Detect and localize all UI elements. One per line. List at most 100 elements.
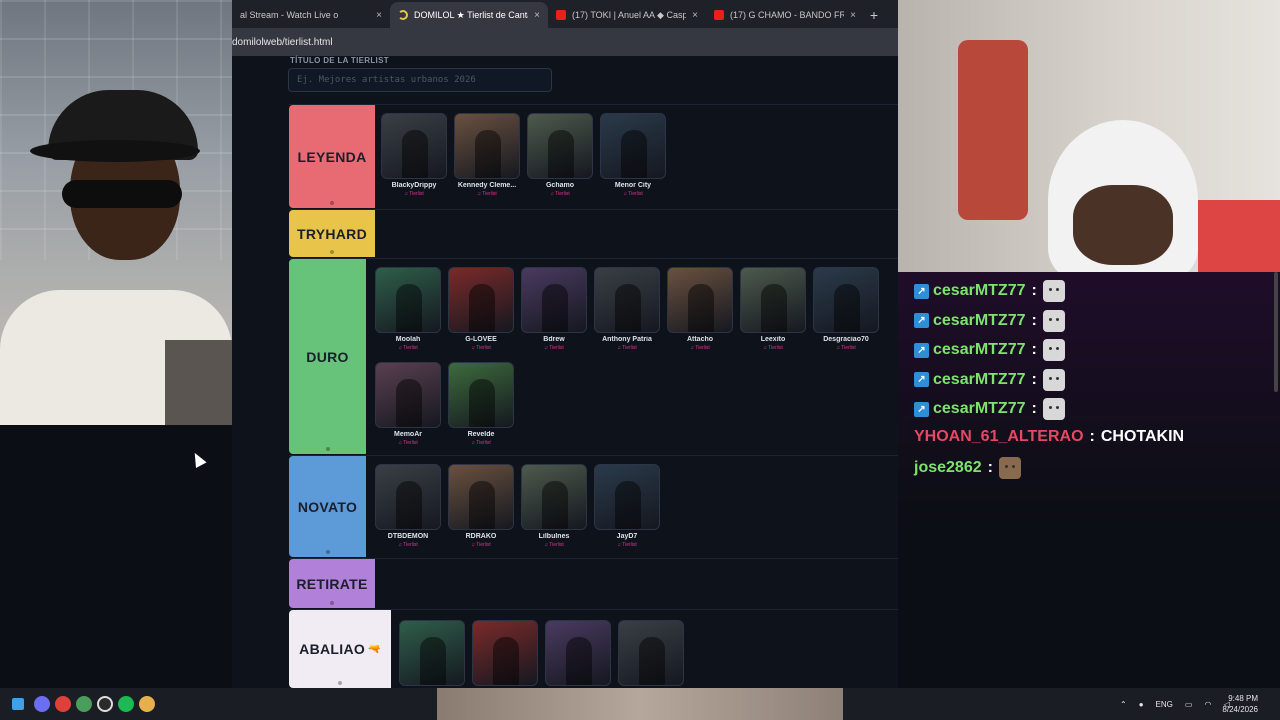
gun-emoji-icon: 🔫	[368, 643, 381, 655]
artist-card[interactable]: Revelde ♫ Tierlist	[448, 362, 514, 450]
artist-card[interactable]	[618, 620, 684, 688]
chat-username[interactable]: jose2862	[914, 459, 982, 477]
chat-username[interactable]: cesarMTZ77	[933, 400, 1026, 418]
artist-card[interactable]	[472, 620, 538, 688]
chat-separator: :	[1031, 341, 1037, 358]
close-tab-icon[interactable]: ×	[376, 10, 382, 21]
browser-tab[interactable]: (17) TOKI | Anuel AA ◆ Casper I ×	[548, 2, 706, 28]
title-field-label: TÍTULO DE LA TIERLIST	[290, 56, 389, 65]
browser-tab[interactable]: DOMILOL ★ Tierlist de Cantante ×	[390, 2, 548, 28]
language-indicator[interactable]: ENG	[1156, 700, 1173, 709]
display-icon[interactable]: ▭	[1185, 700, 1193, 709]
system-tray: ⌃ ● ENG ▭ ◠ ◁	[1120, 688, 1230, 720]
drag-handle-icon[interactable]	[330, 250, 334, 254]
chat-message: ↗ cesarMTZ77:	[914, 339, 1065, 361]
artist-card[interactable]: Attacho ♫ Tierlist	[667, 267, 733, 355]
browser-tab[interactable]: (17) G CHAMO - BANDO FREES ×	[706, 2, 864, 28]
tier-label-text: TRYHARD	[296, 225, 368, 242]
artist-card[interactable]: Bdrew ♫ Tierlist	[521, 267, 587, 355]
chat-username[interactable]: cesarMTZ77	[933, 282, 1026, 300]
start-icon[interactable]	[12, 698, 24, 710]
close-tab-icon[interactable]: ×	[850, 10, 856, 21]
folder-icon[interactable]	[139, 696, 155, 712]
sub-badge-icon: ↗	[914, 342, 929, 358]
artist-card[interactable]: G-LOVEE ♫ Tierlist	[448, 267, 514, 355]
spotify-icon[interactable]	[118, 696, 134, 712]
discord-icon[interactable]	[34, 696, 50, 712]
artist-card[interactable]: RDRAKO ♫ Tierlist	[448, 464, 514, 552]
drag-handle-icon[interactable]	[330, 601, 334, 605]
chat-message: ↗ cesarMTZ77:	[914, 398, 1065, 420]
artist-card[interactable]: Leexito ♫ Tierlist	[740, 267, 806, 355]
chat-username[interactable]: cesarMTZ77	[933, 371, 1026, 389]
artist-card[interactable]: Anthony Patria ♫ Tierlist	[594, 267, 660, 355]
artist-card[interactable]: JayD7 ♫ Tierlist	[594, 464, 660, 552]
chat-username[interactable]: cesarMTZ77	[933, 341, 1026, 359]
artist-tag: ♫ Tierlist	[398, 440, 418, 446]
artist-photo	[381, 113, 447, 179]
chat-text: CHOTAKIN	[1100, 427, 1185, 445]
artist-photo	[527, 113, 593, 179]
tier-dropzone[interactable]: DTBDEMON ♫ Tierlist RDRAKO ♫ Tierlist Lilbul…	[375, 464, 875, 552]
tier-row: RETIRATE×	[289, 558, 898, 608]
cat-emote-icon	[1042, 398, 1065, 420]
close-tab-icon[interactable]: ×	[534, 10, 540, 21]
chat-username[interactable]: YHOAN_61_ALTERAO	[914, 428, 1084, 446]
artist-card[interactable]: DTBDEMON ♫ Tierlist	[375, 464, 441, 552]
tier-label[interactable]: LEYENDA	[289, 105, 375, 208]
sub-badge-icon: ↗	[914, 283, 929, 299]
drag-handle-icon[interactable]	[338, 681, 342, 685]
window-preview-thumbnail[interactable]	[437, 688, 843, 720]
chevron-up-icon[interactable]: ⌃	[1120, 700, 1127, 709]
close-tab-icon[interactable]: ×	[692, 10, 698, 21]
address-bar[interactable]: domilolweb/tierlist.html	[232, 28, 898, 56]
artist-card[interactable]: BlackyDrippy ♫ Tierlist	[381, 113, 447, 201]
chat-username[interactable]: cesarMTZ77	[933, 312, 1026, 330]
browser-tab[interactable]: al Stream - Watch Live o ×	[232, 2, 390, 28]
artist-photo	[667, 267, 733, 333]
title-input[interactable]: Ej. Mejores artistas urbanos 2026	[288, 68, 552, 92]
tier-label[interactable]: RETIRATE	[289, 559, 375, 608]
tier-label[interactable]: TRYHARD	[289, 210, 375, 257]
artist-card[interactable]: Gchamo ♫ Tierlist	[527, 113, 593, 201]
artist-name: BlackyDrippy	[391, 182, 437, 189]
chrome-icon[interactable]	[55, 696, 71, 712]
obs-icon[interactable]	[97, 696, 113, 712]
artist-card[interactable]: Menor City ♫ Tierlist	[600, 113, 666, 201]
artist-tag: ♫ Tierlist	[690, 345, 710, 351]
new-tab-button[interactable]: +	[864, 2, 884, 28]
drag-handle-icon[interactable]	[330, 201, 334, 205]
artist-photo	[448, 362, 514, 428]
tier-dropzone[interactable]: Moolah ♫ Tierlist G-LOVEE ♫ Tierlist Bdrew ♫ …	[375, 267, 895, 450]
tier-label[interactable]: DURO	[289, 259, 366, 454]
tier-dropzone[interactable]	[399, 620, 898, 688]
artist-card[interactable]: Lilbulnes ♫ Tierlist	[521, 464, 587, 552]
youtube-icon	[556, 10, 566, 20]
artist-card[interactable]: MemoAr ♫ Tierlist	[375, 362, 441, 450]
artist-card[interactable]	[545, 620, 611, 688]
tier-label[interactable]: NOVATO	[289, 456, 366, 557]
hanging-clothes	[958, 40, 1028, 220]
chrome-active-icon[interactable]	[76, 696, 92, 712]
artist-tag: ♫ Tierlist	[836, 345, 856, 351]
chat-message: jose2862:	[914, 457, 1021, 479]
drag-handle-icon[interactable]	[325, 447, 330, 451]
artist-photo	[740, 267, 806, 333]
artist-card[interactable]: Desgraciao70 ♫ Tierlist	[813, 267, 879, 355]
artist-photo	[448, 464, 514, 530]
artist-card[interactable]: Moolah ♫ Tierlist	[375, 267, 441, 355]
tab-label: (17) TOKI | Anuel AA ◆ Casper I	[572, 9, 687, 20]
artist-card[interactable]	[399, 620, 465, 688]
tier-label[interactable]: ABALIAO 🔫	[289, 610, 391, 688]
chat-scrollbar[interactable]	[1274, 272, 1278, 392]
tier-dropzone[interactable]: BlackyDrippy ♫ Tierlist Kennedy Cleme... ♫ …	[381, 113, 881, 201]
clock[interactable]: 9:48 PM 8/24/2026	[1222, 693, 1258, 715]
wifi-icon[interactable]: ◠	[1204, 700, 1211, 709]
artist-photo	[375, 362, 441, 428]
mic-icon[interactable]: ●	[1139, 700, 1144, 709]
tier-row: ABALIAO🔫×	[289, 609, 898, 688]
artist-photo	[594, 267, 660, 333]
artist-card[interactable]: Kennedy Cleme... ♫ Tierlist	[454, 113, 520, 201]
artist-photo	[399, 620, 465, 686]
drag-handle-icon[interactable]	[325, 550, 330, 554]
